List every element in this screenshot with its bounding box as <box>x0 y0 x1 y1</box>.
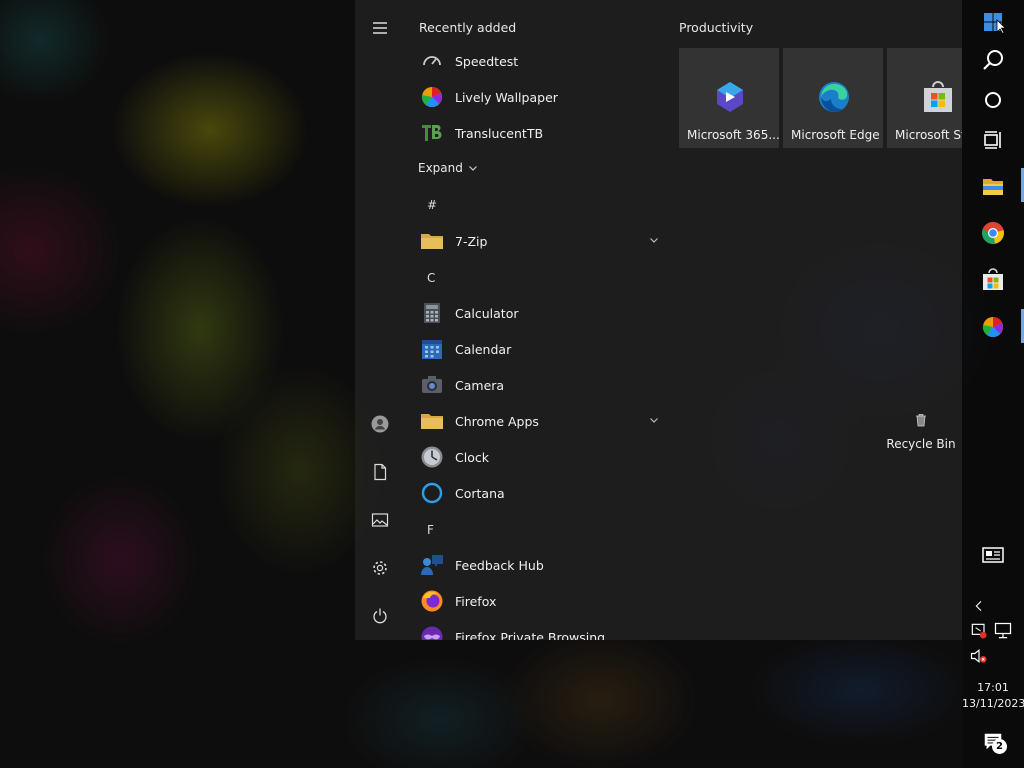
app-label: TranslucentTB <box>455 125 544 141</box>
app-label: Chrome Apps <box>455 413 539 429</box>
tile-microsoft-edge[interactable]: Microsoft Edge <box>783 48 883 148</box>
firefox-icon <box>419 588 445 614</box>
app-item-translucenttb[interactable]: TranslucentTB <box>415 115 665 151</box>
start-rail <box>355 0 405 640</box>
volume-muted-icon[interactable] <box>964 641 994 671</box>
edge-icon <box>819 82 849 112</box>
app-item-firefox-private[interactable]: Firefox Private Browsing <box>415 619 665 640</box>
recycle-bin-icon <box>916 414 926 427</box>
chevron-down-icon <box>468 166 477 171</box>
store-icon <box>924 81 952 112</box>
letter-header-c[interactable]: C <box>427 271 447 291</box>
letter-header-hash[interactable]: # <box>427 198 447 218</box>
app-label: Calendar <box>455 341 512 357</box>
app-label: Firefox Private Browsing <box>455 629 606 641</box>
app-item-chrome-apps[interactable]: Chrome Apps <box>415 403 665 439</box>
speedtest-icon <box>419 48 445 74</box>
taskbar: 17:01 13/11/2023 2 <box>962 0 1024 768</box>
power-icon[interactable] <box>367 603 393 629</box>
tile-label: Microsoft Store <box>895 128 962 142</box>
app-item-feedback-hub[interactable]: Feedback Hub <box>415 547 665 583</box>
recycle-bin-label: Recycle Bin <box>886 437 956 451</box>
letter-header-f[interactable]: F <box>427 523 447 543</box>
app-label: Camera <box>455 377 505 393</box>
desktop-recycle-bin[interactable]: Recycle Bin <box>884 412 958 451</box>
app-label: Cortana <box>455 485 505 501</box>
app-label: Clock <box>455 449 489 465</box>
app-item-lively-wallpaper[interactable]: Lively Wallpaper <box>415 79 665 115</box>
clock-icon <box>419 444 445 470</box>
app-item-7zip[interactable]: 7-Zip <box>415 223 665 259</box>
app-label: Firefox <box>455 593 497 609</box>
lively-wallpaper-icon[interactable] <box>978 312 1008 342</box>
chrome-icon[interactable] <box>978 218 1008 248</box>
file-explorer-icon[interactable] <box>978 171 1008 201</box>
app-item-camera[interactable]: Camera <box>415 367 665 403</box>
lively-wallpaper-icon <box>419 84 445 110</box>
camera-icon <box>419 372 445 398</box>
pictures-icon[interactable] <box>367 507 393 533</box>
calculator-icon <box>419 300 445 326</box>
recently-added-heading: Recently added <box>419 20 517 35</box>
user-icon[interactable] <box>367 411 393 437</box>
start-menu: Recently added Speedtest Lively Wallpape… <box>355 0 962 640</box>
hamburger-icon[interactable] <box>367 15 393 41</box>
calendar-icon <box>419 336 445 362</box>
app-item-calculator[interactable]: Calculator <box>415 295 665 331</box>
tile-label: Microsoft 365... <box>687 128 779 142</box>
tile-microsoft-365[interactable]: Microsoft 365... <box>679 48 779 148</box>
firefox-private-icon <box>419 624 445 640</box>
search-icon[interactable] <box>978 45 1008 75</box>
app-item-clock[interactable]: Clock <box>415 439 665 475</box>
news-widget-icon[interactable] <box>978 540 1008 570</box>
app-label: Lively Wallpaper <box>455 89 558 105</box>
clock-time: 17:01 <box>977 681 1009 694</box>
settings-icon[interactable] <box>367 555 393 581</box>
feedback-hub-icon <box>419 552 445 578</box>
windows-start-icon[interactable] <box>978 7 1008 37</box>
app-label: Feedback Hub <box>455 557 544 573</box>
tile-microsoft-store[interactable]: Microsoft Store <box>887 48 962 148</box>
notification-count-badge: 2 <box>992 739 1007 754</box>
app-label: 7-Zip <box>455 233 488 249</box>
app-item-speedtest[interactable]: Speedtest <box>415 43 665 79</box>
tile-label: Microsoft Edge <box>791 128 880 142</box>
store-icon[interactable] <box>978 265 1008 295</box>
taskbar-clock[interactable]: 17:01 13/11/2023 <box>962 680 1024 712</box>
expand-button[interactable]: Expand <box>418 161 478 175</box>
app-list[interactable]: Recently added Speedtest Lively Wallpape… <box>405 0 665 640</box>
folder-icon <box>419 228 445 254</box>
app-item-calendar[interactable]: Calendar <box>415 331 665 367</box>
tile-group-title[interactable]: Productivity <box>679 20 753 35</box>
app-item-firefox[interactable]: Firefox <box>415 583 665 619</box>
chevron-down-icon[interactable] <box>649 235 659 245</box>
task-view-icon[interactable] <box>978 125 1008 155</box>
app-label: Speedtest <box>455 53 519 69</box>
cortana-ring-icon[interactable] <box>978 85 1008 115</box>
document-icon[interactable] <box>367 459 393 485</box>
cortana-icon <box>419 480 445 506</box>
expand-label: Expand <box>418 161 463 175</box>
translucenttb-icon <box>419 120 445 146</box>
clock-date: 13/11/2023 <box>962 697 1024 710</box>
microsoft-365-icon <box>717 82 743 112</box>
folder-icon <box>419 408 445 434</box>
app-item-cortana[interactable]: Cortana <box>415 475 665 511</box>
app-label: Calculator <box>455 305 519 321</box>
chevron-down-icon[interactable] <box>649 415 659 425</box>
